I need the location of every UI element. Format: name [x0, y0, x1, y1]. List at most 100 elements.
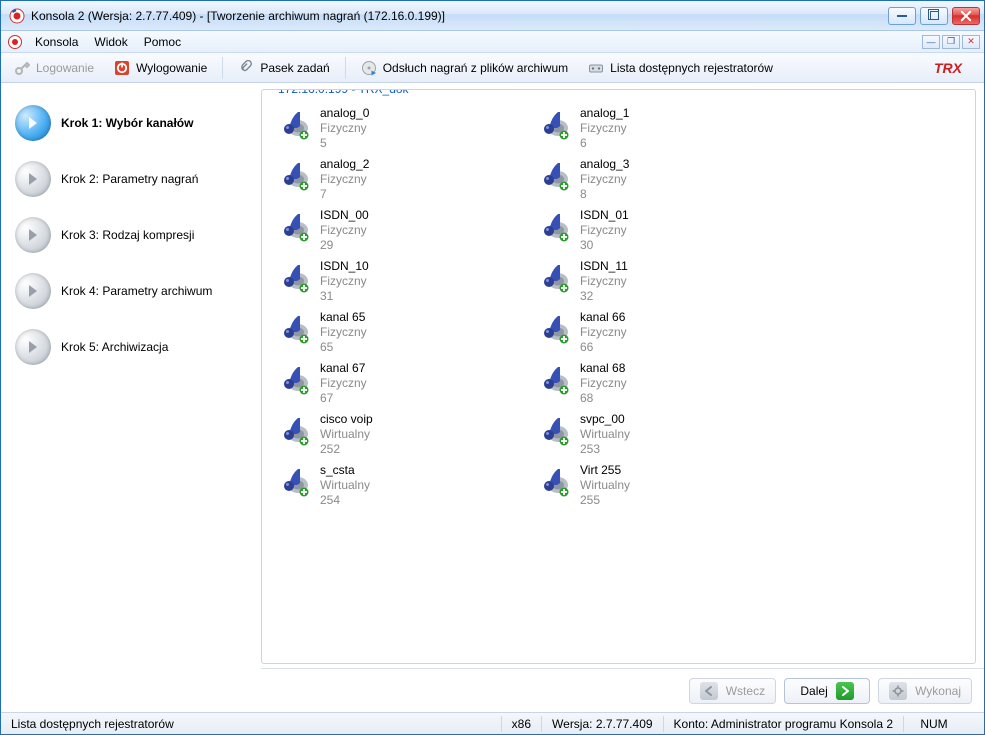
channel-name: ISDN_01 [580, 208, 629, 223]
login-button: Logowanie [5, 56, 103, 80]
login-label: Logowanie [36, 61, 94, 75]
channel-number: 66 [580, 340, 627, 355]
taskbar-label: Pasek zadań [260, 61, 329, 75]
menu-widok[interactable]: Widok [86, 33, 135, 51]
channel-icon [276, 310, 312, 346]
channel-icon [536, 208, 572, 244]
logout-label: Wylogowanie [136, 61, 207, 75]
channel-number: 30 [580, 238, 629, 253]
channel-type: Fizyczny [580, 274, 628, 289]
channel-icon [536, 106, 572, 142]
channel-name: kanal 65 [320, 310, 367, 325]
channel-type: Fizyczny [580, 172, 629, 187]
listen-button[interactable]: Odsłuch nagrań z plików archiwum [352, 56, 577, 80]
step-label: Krok 3: Rodzaj kompresji [61, 228, 194, 242]
channel-item[interactable]: kanal 66 Fizyczny 66 [534, 308, 774, 357]
channel-number: 29 [320, 238, 369, 253]
mdi-restore[interactable]: ❐ [942, 35, 960, 49]
wizard-step-4[interactable]: Krok 4: Parametry archiwum [15, 263, 255, 319]
next-label: Dalej [800, 684, 827, 698]
channel-type: Fizyczny [320, 172, 369, 187]
app-small-icon [7, 34, 23, 50]
channel-name: analog_3 [580, 157, 629, 172]
channel-number: 67 [320, 391, 367, 406]
clip-icon [238, 60, 254, 76]
channel-icon [276, 412, 312, 448]
channel-item[interactable]: ISDN_00 Fizyczny 29 [274, 206, 514, 255]
channel-item[interactable]: analog_3 Fizyczny 8 [534, 155, 774, 204]
back-button: Wstecz [689, 678, 776, 704]
step-arrow-icon [15, 105, 51, 141]
channel-name: s_csta [320, 463, 370, 478]
mdi-close[interactable]: ✕ [962, 35, 980, 49]
svg-text:TRX: TRX [934, 60, 964, 76]
channel-item[interactable]: ISDN_11 Fizyczny 32 [534, 257, 774, 306]
channel-name: ISDN_11 [580, 259, 628, 274]
step-label: Krok 1: Wybór kanałów [61, 116, 193, 130]
toolbar: Logowanie Wylogowanie Pasek zadań Odsłuc… [1, 53, 984, 83]
maximize-button[interactable] [920, 7, 948, 25]
status-arch: x86 [502, 713, 541, 734]
channel-item[interactable]: Virt 255 Wirtualny 255 [534, 461, 774, 510]
wizard-sidebar: Krok 1: Wybór kanałów Krok 2: Parametry … [1, 83, 261, 712]
channel-item[interactable]: kanal 68 Fizyczny 68 [534, 359, 774, 408]
channel-type: Fizyczny [320, 376, 367, 391]
channel-number: 32 [580, 289, 628, 304]
minimize-button[interactable] [888, 7, 916, 25]
channel-type: Fizyczny [320, 223, 369, 238]
trx-logo: TRX [934, 59, 974, 77]
titlebar: Konsola 2 (Wersja: 2.7.77.409) - [Tworze… [1, 1, 984, 31]
channel-name: analog_0 [320, 106, 369, 121]
channel-item[interactable]: analog_2 Fizyczny 7 [274, 155, 514, 204]
step-arrow-icon [15, 273, 51, 309]
channel-type: Fizyczny [580, 121, 629, 136]
channel-type: Fizyczny [320, 325, 367, 340]
group-header: 172.16.0.199 - TRX_dok [272, 89, 415, 96]
channel-item[interactable]: analog_1 Fizyczny 6 [534, 104, 774, 153]
channel-name: kanal 67 [320, 361, 367, 376]
wizard-step-5[interactable]: Krok 5: Archiwizacja [15, 319, 255, 375]
channel-item[interactable]: cisco voip Wirtualny 252 [274, 410, 514, 459]
channel-number: 31 [320, 289, 369, 304]
wizard-step-3[interactable]: Krok 3: Rodzaj kompresji [15, 207, 255, 263]
channel-type: Wirtualny [580, 427, 630, 442]
power-icon [114, 60, 130, 76]
channel-number: 252 [320, 442, 373, 457]
next-button[interactable]: Dalej [784, 678, 870, 704]
channel-name: ISDN_00 [320, 208, 369, 223]
status-num: NUM [904, 713, 964, 734]
channel-name: Virt 255 [580, 463, 630, 478]
menu-konsola[interactable]: Konsola [27, 33, 86, 51]
channel-item[interactable]: analog_0 Fizyczny 5 [274, 104, 514, 153]
channel-number: 65 [320, 340, 367, 355]
channel-name: kanal 68 [580, 361, 627, 376]
channel-item[interactable]: ISDN_01 Fizyczny 30 [534, 206, 774, 255]
channel-type: Wirtualny [580, 478, 630, 493]
logout-button[interactable]: Wylogowanie [105, 56, 216, 80]
step-label: Krok 2: Parametry nagrań [61, 172, 198, 186]
channel-name: analog_1 [580, 106, 629, 121]
channel-item[interactable]: svpc_00 Wirtualny 253 [534, 410, 774, 459]
wizard-step-2[interactable]: Krok 2: Parametry nagrań [15, 151, 255, 207]
channel-icon [276, 208, 312, 244]
step-arrow-icon [15, 161, 51, 197]
channel-type: Wirtualny [320, 427, 373, 442]
channel-icon [536, 463, 572, 499]
mdi-minimize[interactable]: — [922, 35, 940, 49]
channel-name: ISDN_10 [320, 259, 369, 274]
channel-item[interactable]: s_csta Wirtualny 254 [274, 461, 514, 510]
channel-item[interactable]: ISDN_10 Fizyczny 31 [274, 257, 514, 306]
menu-pomoc[interactable]: Pomoc [136, 33, 189, 51]
channel-type: Fizyczny [320, 274, 369, 289]
window-title: Konsola 2 (Wersja: 2.7.77.409) - [Tworze… [31, 9, 888, 23]
channel-icon [536, 259, 572, 295]
channel-item[interactable]: kanal 65 Fizyczny 65 [274, 308, 514, 357]
recorders-button[interactable]: Lista dostępnych rejestratorów [579, 56, 782, 80]
channel-item[interactable]: kanal 67 Fizyczny 67 [274, 359, 514, 408]
step-label: Krok 5: Archiwizacja [61, 340, 168, 354]
disc-play-icon [361, 60, 377, 76]
statusbar: Lista dostępnych rejestratorów x86 Wersj… [1, 712, 984, 734]
close-button[interactable] [952, 7, 980, 25]
taskbar-button[interactable]: Pasek zadań [229, 56, 338, 80]
wizard-step-1[interactable]: Krok 1: Wybór kanałów [15, 95, 255, 151]
